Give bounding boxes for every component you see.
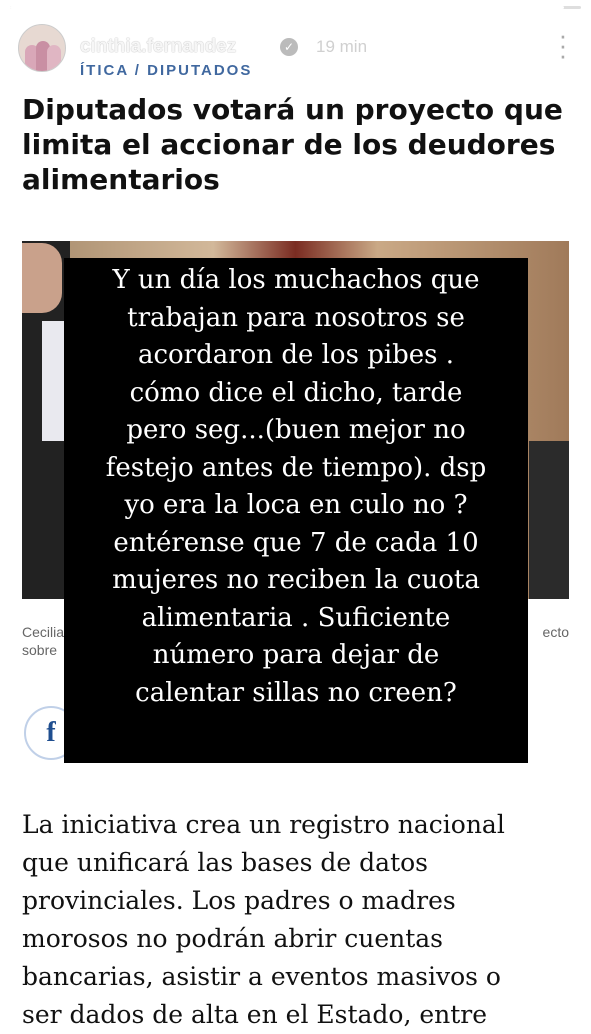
overlay-text-line: cómo dice el dicho, tarde [129,377,463,408]
photo-person [529,441,569,599]
overlay-text-line: trabajan para nosotros se [127,302,465,333]
verified-badge-icon: ✓ [280,38,298,56]
article-body-line: ser dados de alta en el Estado, entre [22,1000,488,1029]
photo-caption: Cecilia sobre [22,623,64,659]
story-progress-bar [10,6,581,9]
more-vertical-icon[interactable]: · · · [553,22,573,68]
article-headline: Diputados votará un proyecto que limita … [22,93,563,196]
article-body-line: provinciales. Los padres o madres [22,886,456,915]
overlay-text-line: pero seg...(buen mejor no [126,415,466,445]
story-progress-fill [10,6,564,9]
overlay-text-line: acordaron de los pibes . [137,340,455,370]
story-username[interactable]: cinthia.fernandez [80,36,236,58]
overlay-text-line: yo era la loca en culo no ? [124,490,468,520]
photo-person [22,241,70,599]
avatar[interactable] [18,24,66,72]
story-header: ÍTICA / DIPUTADOS cinthia.fernandez ✓ 19… [18,20,573,79]
article-body-line: morosos no podrán abrir cuentas [22,924,444,953]
story-text-overlay: Y un día los muchachos que trabajan para… [64,258,528,763]
article-body-line: que unificará las bases de datos [22,848,428,877]
caption-line: Cecilia [22,624,65,640]
article-section-label: ÍTICA / DIPUTADOS [80,62,253,79]
caption-line: sobre [22,642,58,658]
overlay-text-line: entérense que 7 de cada 10 [113,527,479,558]
overlay-text-line: número para dejar de [152,640,440,670]
overlay-text-line: festejo antes de tiempo). dsp [105,452,487,483]
avatar-figure [47,45,61,71]
overlay-text-line: Y un día los muchachos que [112,265,480,295]
photo-caption-right: ecto [542,624,569,640]
article-body-line: bancarias, asistir a eventos masivos o [22,962,501,991]
overlay-text-line: mujeres no reciben la cuota [112,565,480,595]
article-body: La iniciativa crea un registro nacional … [22,806,582,1034]
overlay-text-line: alimentaria . Suficiente [141,602,451,633]
story-timestamp: 19 min [316,37,368,56]
article-body-line: La iniciativa crea un registro nacional [22,810,505,839]
overlay-text-line: calentar sillas no creen? [135,677,457,708]
